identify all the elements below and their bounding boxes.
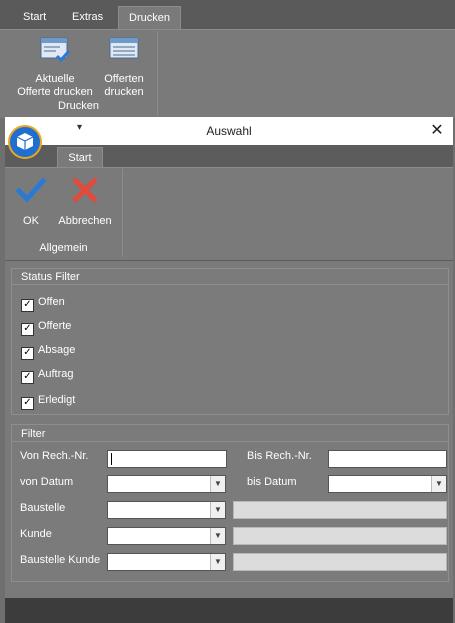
print-offer-icon bbox=[40, 37, 71, 63]
checkbox-checked-icon[interactable]: ✓ bbox=[21, 371, 34, 384]
absage-label: Absage bbox=[38, 344, 76, 356]
baustelle-description-field bbox=[233, 501, 447, 519]
chevron-down-icon[interactable]: ▼ bbox=[210, 502, 225, 518]
aktuelle-offerte-drucken-button[interactable]: Aktuelle Offerte drucken bbox=[13, 37, 97, 99]
auswahl-dialog: ▾ Auswahl ✕ Start OK Abbrechen Allgemein… bbox=[5, 117, 453, 623]
ok-label: OK bbox=[23, 215, 39, 227]
kunde-description-field bbox=[233, 527, 447, 545]
tab-start[interactable]: Start bbox=[57, 147, 103, 168]
baustelle-kunde-dropdown[interactable]: ▼ bbox=[107, 553, 226, 571]
checkbox-checked-icon[interactable]: ✓ bbox=[21, 347, 34, 360]
checkbox-checked-icon[interactable]: ✓ bbox=[21, 397, 34, 410]
bg-group-label: Drucken bbox=[58, 100, 99, 112]
status-filter-group: Status Filter ✓ Offen ✓ Offerte ✓ Absage ✓ A… bbox=[11, 268, 449, 415]
status-bar bbox=[5, 598, 453, 623]
bis-rech-nr-input[interactable] bbox=[328, 450, 447, 468]
divider bbox=[12, 284, 448, 285]
bg-tab-start[interactable]: Start bbox=[13, 6, 56, 28]
von-datum-label: von Datum bbox=[20, 476, 74, 488]
bis-rech-nr-label: Bis Rech.-Nr. bbox=[247, 450, 312, 462]
checkbox-auftrag[interactable]: ✓ Auftrag bbox=[21, 366, 74, 384]
checkmark-icon bbox=[16, 177, 46, 203]
von-rech-nr-label: Von Rech.-Nr. bbox=[20, 450, 89, 462]
ok-button[interactable]: OK bbox=[11, 175, 51, 228]
filter-group: Filter Von Rech.-Nr. Bis Rech.-Nr. von D… bbox=[11, 424, 449, 582]
bis-datum-label: bis Datum bbox=[247, 476, 297, 488]
background-tab-bar: Start Extras Drucken bbox=[0, 0, 455, 29]
kunde-label: Kunde bbox=[20, 528, 52, 540]
offerte-label: Offerte bbox=[38, 320, 72, 332]
baustelle-kunde-description-field bbox=[233, 553, 447, 571]
erledigt-label: Erledigt bbox=[38, 394, 76, 406]
kunde-dropdown[interactable]: ▼ bbox=[107, 527, 226, 545]
checkbox-checked-icon[interactable]: ✓ bbox=[21, 323, 34, 336]
ribbon-separator bbox=[157, 31, 158, 115]
baustelle-label: Baustelle bbox=[20, 502, 66, 514]
checkbox-offen[interactable]: ✓ Offen bbox=[21, 294, 65, 312]
abbrechen-button[interactable]: Abbrechen bbox=[55, 175, 115, 228]
print-offers-icon bbox=[109, 37, 139, 59]
dialog-tab-bar: Start bbox=[5, 145, 453, 168]
allgemein-group-label: Allgemein bbox=[39, 242, 88, 254]
checkbox-offerte[interactable]: ✓ Offerte bbox=[21, 318, 72, 336]
chevron-down-icon[interactable]: ▼ bbox=[210, 528, 225, 544]
status-filter-title: Status Filter bbox=[21, 271, 80, 283]
von-rech-nr-input[interactable] bbox=[107, 450, 227, 468]
offerte-drucken-label: Offerte drucken bbox=[17, 86, 93, 98]
app-logo-icon[interactable] bbox=[8, 125, 42, 159]
offerten-drucken-button[interactable]: Offerten drucken bbox=[100, 37, 148, 99]
ribbon-separator bbox=[122, 169, 123, 257]
baustelle-dropdown[interactable]: ▼ bbox=[107, 501, 226, 519]
bg-tab-drucken[interactable]: Drucken bbox=[118, 6, 181, 29]
drucken-label: drucken bbox=[104, 86, 144, 98]
chevron-down-icon[interactable]: ▼ bbox=[210, 476, 225, 492]
checkbox-erledigt[interactable]: ✓ Erledigt bbox=[21, 392, 76, 410]
chevron-down-icon[interactable]: ▼ bbox=[210, 554, 225, 570]
bg-tab-extras[interactable]: Extras bbox=[62, 6, 113, 28]
aktuelle-label: Aktuelle bbox=[35, 73, 75, 85]
checkbox-absage[interactable]: ✓ Absage bbox=[21, 342, 76, 360]
dialog-titlebar[interactable]: ▾ Auswahl ✕ bbox=[5, 117, 453, 145]
baustelle-kunde-label: Baustelle Kunde bbox=[20, 554, 101, 566]
text-cursor bbox=[111, 453, 112, 465]
auftrag-label: Auftrag bbox=[38, 368, 74, 380]
dialog-title: Auswahl bbox=[206, 124, 252, 138]
close-icon[interactable]: ✕ bbox=[427, 120, 447, 140]
filter-title: Filter bbox=[21, 428, 46, 440]
offerten-label: Offerten bbox=[104, 73, 144, 85]
chevron-down-icon[interactable]: ▼ bbox=[431, 476, 446, 492]
checkbox-checked-icon[interactable]: ✓ bbox=[21, 299, 34, 312]
offen-label: Offen bbox=[38, 296, 65, 308]
divider bbox=[12, 441, 448, 442]
abbrechen-label: Abbrechen bbox=[58, 215, 112, 227]
von-datum-picker[interactable]: ▼ bbox=[107, 475, 226, 493]
bis-datum-picker[interactable]: ▼ bbox=[328, 475, 447, 493]
cancel-x-icon bbox=[72, 177, 98, 203]
